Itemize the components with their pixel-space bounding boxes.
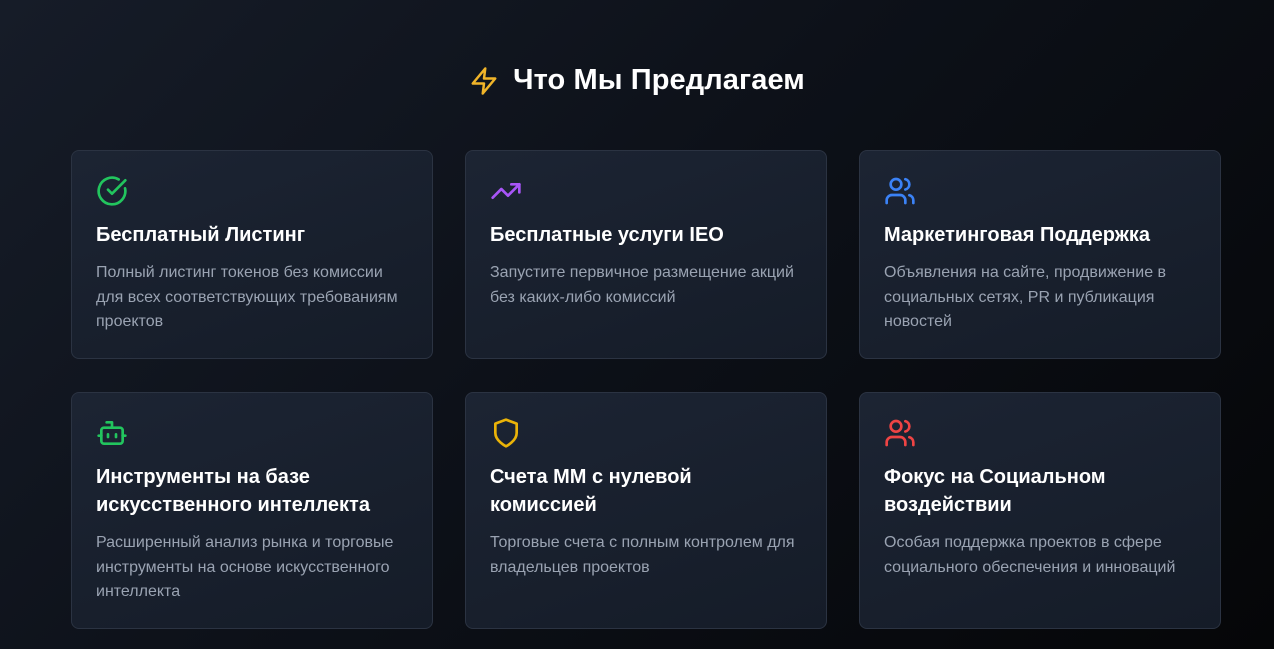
feature-card-marketing-support: Маркетинговая Поддержка Объявления на са…: [859, 150, 1221, 359]
card-title: Счета ММ с нулевой комиссией: [490, 466, 692, 516]
users-icon: [884, 175, 916, 207]
section-header: Что Мы Предлагаем: [0, 64, 1274, 97]
feature-card-ai-tools: Инструменты на базе искусственного интел…: [71, 392, 433, 629]
card-description: Объявления на сайте, продвижение в социа…: [884, 264, 1167, 330]
lightning-bolt-icon: [469, 66, 499, 96]
feature-card-free-ieo: Бесплатные услуги IEO Запустите первично…: [465, 150, 827, 359]
card-title: Фокус на Социальном воздействии: [884, 466, 1106, 516]
bot-icon: [96, 417, 128, 449]
check-circle-icon: [96, 175, 128, 207]
feature-card-free-listing: Бесплатный Листинг Полный листинг токено…: [71, 150, 433, 359]
section-title: Что Мы Предлагаем: [513, 64, 805, 96]
users-icon: [884, 417, 916, 449]
shield-icon: [490, 417, 522, 449]
trending-up-icon: [490, 175, 522, 207]
card-title: Маркетинговая Поддержка: [884, 224, 1151, 246]
card-title: Инструменты на базе искусственного интел…: [96, 466, 370, 516]
card-description: Особая поддержка проектов в сфере социал…: [884, 534, 1176, 576]
card-title: Бесплатный Листинг: [96, 224, 306, 246]
card-description: Торговые счета с полным контролем для вл…: [490, 534, 795, 576]
card-title: Бесплатные услуги IEO: [490, 224, 724, 246]
features-grid: Бесплатный Листинг Полный листинг токено…: [71, 150, 1222, 629]
card-description: Запустите первичное размещение акций без…: [490, 264, 794, 306]
card-description: Полный листинг токенов без комиссии для …: [96, 264, 398, 330]
feature-card-mm-accounts: Счета ММ с нулевой комиссией Торговые сч…: [465, 392, 827, 629]
card-description: Расширенный анализ рынка и торговые инст…: [96, 534, 394, 600]
feature-card-social-impact: Фокус на Социальном воздействии Особая п…: [859, 392, 1221, 629]
